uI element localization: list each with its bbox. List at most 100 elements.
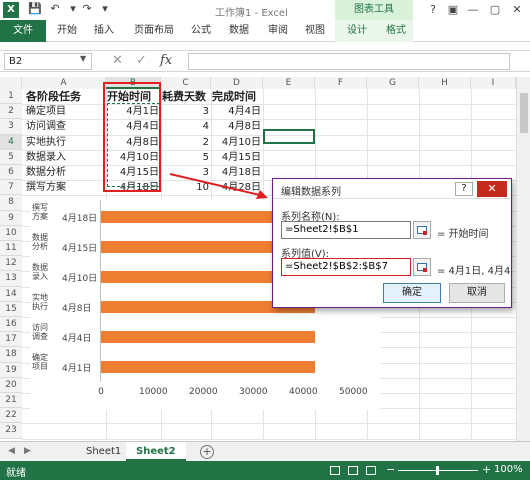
column-header-h[interactable]: H [419, 77, 471, 89]
table-cell[interactable]: 实地执行 [26, 136, 106, 150]
name-box[interactable]: B2 [4, 53, 92, 70]
undo-icon[interactable]: ↶ [48, 2, 62, 16]
row-header[interactable]: 19 [0, 362, 22, 378]
series-values-range-picker[interactable] [413, 258, 431, 276]
page-layout-view-icon[interactable] [348, 466, 358, 475]
row-header[interactable]: 12 [0, 256, 22, 272]
tab-formulas[interactable]: 公式 [191, 20, 211, 42]
select-all-corner[interactable] [0, 77, 22, 89]
scrollbar-thumb[interactable] [520, 93, 528, 133]
vertical-scrollbar[interactable] [516, 77, 530, 441]
series-values-input[interactable]: =Sheet2!$B$2:$B$7 [281, 258, 411, 276]
table-cell[interactable]: 4 [162, 120, 209, 134]
row-header[interactable]: 13 [0, 271, 22, 287]
insert-function-icon[interactable]: fx [160, 53, 172, 68]
row-header[interactable]: 14 [0, 286, 22, 302]
help-button[interactable]: ? [424, 2, 442, 18]
table-cell[interactable]: 4月4日 [212, 105, 261, 119]
table-cell[interactable]: 4月15日 [212, 151, 261, 165]
save-icon[interactable]: 💾 [28, 2, 42, 16]
maximize-button[interactable]: ▢ [486, 2, 504, 18]
excel-app-icon[interactable]: X [3, 2, 19, 18]
chart-bar[interactable] [101, 361, 316, 373]
dialog-close-button[interactable]: ✕ [477, 181, 507, 197]
table-header-cell[interactable]: 耗费天数 [162, 90, 211, 104]
row-header[interactable]: 21 [0, 393, 22, 409]
zoom-slider-thumb[interactable] [436, 466, 439, 475]
cancel-entry-icon[interactable]: ✕ [112, 53, 123, 68]
table-cell[interactable]: 5 [162, 151, 209, 165]
ribbon-display-options-icon[interactable]: ▣ [444, 2, 462, 18]
table-cell[interactable]: 撰写方案 [26, 181, 106, 195]
table-cell[interactable]: 2 [162, 136, 209, 150]
tab-sheet2[interactable]: Sheet2 [126, 442, 186, 461]
row-header[interactable]: 17 [0, 332, 22, 348]
table-header-cell[interactable]: 完成时间 [212, 90, 263, 104]
page-break-view-icon[interactable] [366, 466, 376, 475]
normal-view-icon[interactable] [330, 466, 340, 475]
ok-button[interactable]: 确定 [383, 283, 441, 303]
redo-icon[interactable]: ↷ [80, 2, 94, 16]
name-box-dropdown-icon[interactable]: ▼ [80, 54, 86, 63]
row-header[interactable]: 22 [0, 408, 22, 424]
table-cell[interactable]: 4月8日 [212, 120, 261, 134]
row-header[interactable]: 3 [0, 119, 22, 135]
column-header-a[interactable]: A [22, 77, 106, 89]
table-header-cell[interactable]: 各阶段任务 [26, 90, 106, 104]
row-header[interactable]: 23 [0, 423, 22, 439]
next-sheet-icon[interactable]: ▶ [24, 446, 31, 456]
column-header-c[interactable]: C [161, 77, 211, 89]
row-header[interactable]: 6 [0, 165, 22, 181]
zoom-out-button[interactable]: − [386, 463, 395, 476]
tab-page-layout[interactable]: 页面布局 [134, 20, 174, 42]
row-header[interactable]: 15 [0, 301, 22, 317]
table-cell[interactable]: 4月10日 [212, 136, 261, 150]
minimize-button[interactable]: — [464, 2, 482, 18]
series-name-input[interactable]: =Sheet2!$B$1 [281, 221, 411, 239]
row-header[interactable]: 20 [0, 377, 22, 393]
row-header[interactable]: 10 [0, 225, 22, 241]
series-name-range-picker[interactable] [413, 221, 431, 239]
row-header[interactable]: 7 [0, 180, 22, 196]
zoom-level[interactable]: 100% [494, 464, 523, 475]
table-cell[interactable]: 数据分析 [26, 166, 106, 180]
row-header[interactable]: 2 [0, 104, 22, 120]
row-header[interactable]: 1 [0, 89, 22, 105]
tab-sheet1[interactable]: Sheet1 [76, 442, 131, 461]
tab-home[interactable]: 开始 [57, 20, 77, 42]
row-header[interactable]: 9 [0, 210, 22, 226]
tab-data[interactable]: 数据 [229, 20, 249, 42]
dialog-help-button[interactable]: ? [455, 182, 473, 196]
column-header-e[interactable]: E [263, 77, 315, 89]
row-header[interactable]: 11 [0, 241, 22, 257]
table-cell[interactable]: 3 [162, 105, 209, 119]
table-cell[interactable]: 确定项目 [26, 105, 106, 119]
table-cell[interactable]: 访问调查 [26, 120, 106, 134]
zoom-in-button[interactable]: + [482, 463, 491, 476]
tab-review[interactable]: 审阅 [268, 20, 288, 42]
row-header[interactable]: 18 [0, 347, 22, 363]
add-sheet-button[interactable]: + [200, 445, 214, 459]
tab-design[interactable]: 设计 [347, 20, 367, 42]
tab-format[interactable]: 格式 [386, 20, 406, 42]
confirm-entry-icon[interactable]: ✓ [136, 53, 147, 68]
prev-sheet-icon[interactable]: ◀ [8, 446, 15, 456]
cancel-button[interactable]: 取消 [449, 283, 505, 303]
close-button[interactable]: ✕ [508, 2, 526, 18]
row-header[interactable]: 4 [0, 134, 22, 150]
undo-dropdown-icon[interactable]: ▾ [66, 2, 80, 16]
tab-file[interactable]: 文件 [0, 20, 46, 42]
column-header-g[interactable]: G [367, 77, 419, 89]
dialog-title-bar[interactable]: 编辑数据系列 ? ✕ [273, 179, 511, 199]
column-header-i[interactable]: I [471, 77, 516, 89]
customize-quick-access-icon[interactable]: ▾ [98, 2, 112, 16]
row-header[interactable]: 16 [0, 317, 22, 333]
row-header[interactable]: 5 [0, 149, 22, 165]
chart-bar[interactable] [101, 331, 316, 343]
row-header[interactable]: 8 [0, 195, 22, 211]
column-header-f[interactable]: F [315, 77, 367, 89]
tab-insert[interactable]: 插入 [94, 20, 114, 42]
table-cell[interactable]: 数据录入 [26, 151, 106, 165]
column-header-d[interactable]: D [211, 77, 263, 89]
tab-view[interactable]: 视图 [305, 20, 325, 42]
